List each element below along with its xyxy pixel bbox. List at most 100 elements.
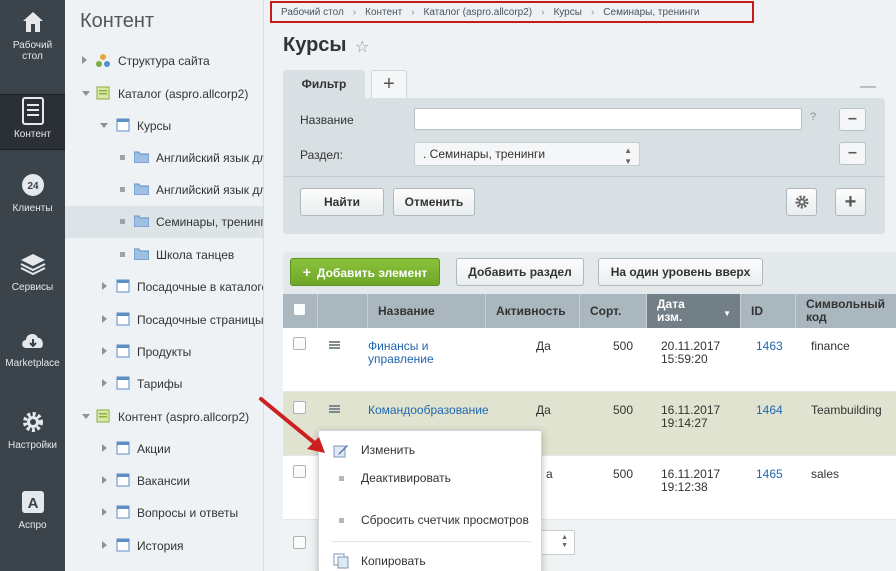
nav-desktop[interactable]: Рабочий стол <box>0 0 65 70</box>
table-header: Название Активность Сорт. Дата изм. ▼ ID… <box>283 294 896 328</box>
breadcrumb-item[interactable]: Каталог (aspro.allcorp2) <box>424 7 533 18</box>
tree-item-catalog[interactable]: Каталог (aspro.allcorp2) <box>65 78 263 110</box>
nav-clients[interactable]: 24 Клиенты <box>0 163 65 233</box>
breadcrumb-item[interactable]: Курсы <box>553 7 581 18</box>
help-icon[interactable]: ? <box>810 111 816 123</box>
row-id-link[interactable]: 1465 <box>756 468 783 481</box>
filter-name-input[interactable] <box>414 108 802 130</box>
gear-icon <box>795 195 808 209</box>
column-code[interactable]: Символьный код <box>796 294 896 328</box>
find-button[interactable]: Найти <box>300 188 384 216</box>
column-sort[interactable]: Сорт. <box>580 294 647 328</box>
iblock-icon <box>116 118 130 132</box>
column-date[interactable]: Дата изм. ▼ <box>647 294 741 328</box>
expand-arrow-icon[interactable] <box>82 56 87 64</box>
filter-settings-button[interactable] <box>786 188 817 216</box>
breadcrumb: Рабочий стол › Контент › Каталог (aspro.… <box>270 1 754 23</box>
context-menu-edit[interactable]: Изменить <box>319 437 543 463</box>
collapse-arrow-icon[interactable] <box>100 123 108 128</box>
filter-section-label: Раздел: <box>300 148 343 162</box>
nav-marketplace[interactable]: Marketplace <box>0 318 65 388</box>
filter-section-select[interactable]: . Семинары, тренинги ▲ ▼ <box>414 142 640 166</box>
iblock-type-icon <box>96 409 110 423</box>
tree-item-history[interactable]: История <box>65 530 263 562</box>
row-context-menu: Изменить Деактивировать Сбросить счетчик… <box>318 430 542 571</box>
plus-icon: + <box>302 264 311 280</box>
expand-arrow-icon[interactable] <box>102 282 107 290</box>
breadcrumb-item[interactable]: Семинары, тренинги <box>603 7 699 18</box>
level-up-button[interactable]: На один уровень вверх <box>598 258 763 286</box>
context-menu-copy[interactable]: Копировать <box>319 548 543 571</box>
tree-item-dance-school[interactable]: Школа танцев <box>65 239 263 271</box>
expand-arrow-icon[interactable] <box>102 476 107 484</box>
nav-aspro[interactable]: A Аспро <box>0 480 65 550</box>
clients-24-icon: 24 <box>19 171 47 199</box>
tree-item-content-aspro[interactable]: Контент (aspro.allcorp2) <box>65 401 263 433</box>
left-navigation-bar: Рабочий стол Контент 24 Клиенты Сервисы … <box>0 0 65 571</box>
tree-item-landing-catalog[interactable]: Посадочные в каталоге <box>65 271 263 303</box>
add-filter-field-button[interactable]: + <box>835 188 866 216</box>
iblock-icon <box>116 376 130 390</box>
context-menu-deactivate[interactable]: Деактивировать <box>319 465 543 491</box>
nav-content[interactable]: Контент <box>0 94 65 150</box>
copy-icon <box>333 553 349 571</box>
tree-item-courses[interactable]: Курсы <box>65 110 263 142</box>
collapse-arrow-icon[interactable] <box>82 414 90 419</box>
nav-services[interactable]: Сервисы <box>0 242 65 312</box>
row-checkbox[interactable] <box>293 337 306 350</box>
row-name-link[interactable]: Командообразование <box>368 404 489 417</box>
add-section-button[interactable]: Добавить раздел <box>456 258 584 286</box>
row-name-link[interactable]: Финансы и управление <box>368 340 468 366</box>
tree-item-products[interactable]: Продукты <box>65 336 263 368</box>
column-active[interactable]: Активность <box>486 294 580 328</box>
tree-item-vacancies[interactable]: Вакансии <box>65 465 263 497</box>
add-element-button[interactable]: + Добавить элемент <box>290 258 440 286</box>
list-toolbar: + Добавить элемент Добавить раздел На оди… <box>283 252 896 294</box>
row-actions-menu-icon[interactable] <box>329 341 340 349</box>
tree-item-promotions[interactable]: Акции <box>65 433 263 465</box>
tree-item-landing-pages[interactable]: Посадочные страницы <box>65 304 263 336</box>
tree-item-faq[interactable]: Вопросы и ответы <box>65 497 263 529</box>
breadcrumb-item[interactable]: Контент <box>365 7 402 18</box>
star-icon[interactable]: ☆ <box>355 37 369 57</box>
expand-arrow-icon[interactable] <box>102 379 107 387</box>
filter-tab[interactable]: Фильтр <box>283 70 365 99</box>
remove-name-filter-button[interactable]: – <box>839 108 866 131</box>
remove-section-filter-button[interactable]: – <box>839 142 866 165</box>
tree-item-seminars[interactable]: Семинары, тренинг <box>65 206 263 238</box>
site-structure-icon <box>96 53 110 67</box>
row-id-link[interactable]: 1463 <box>756 340 783 353</box>
nav-settings[interactable]: Настройки <box>0 400 65 470</box>
column-id[interactable]: ID <box>741 294 796 328</box>
document-icon <box>19 97 47 125</box>
nav-content-label: Контент <box>13 129 52 140</box>
footer-checkbox[interactable] <box>293 536 306 549</box>
add-filter-tab-button[interactable]: + <box>371 70 407 98</box>
row-id-link[interactable]: 1464 <box>756 404 783 417</box>
expand-arrow-icon[interactable] <box>102 541 107 549</box>
table-row[interactable]: Финансы и управление Да 500 20.11.2017 1… <box>283 328 896 392</box>
collapse-arrow-icon[interactable] <box>82 91 90 96</box>
context-menu-reset-views[interactable]: Сбросить счетчик просмотров <box>319 507 543 533</box>
column-name[interactable]: Название <box>368 294 486 328</box>
filter-collapse-icon[interactable]: — <box>860 78 876 96</box>
select-all-checkbox[interactable] <box>293 303 306 316</box>
row-checkbox[interactable] <box>293 465 306 478</box>
tree-item-tariffs[interactable]: Тарифы <box>65 368 263 400</box>
filter-name-label: Название <box>300 113 354 127</box>
filter-panel: Название ? – Раздел: . Семинары, тренинг… <box>283 98 885 234</box>
expand-arrow-icon[interactable] <box>102 444 107 452</box>
nav-aspro-label: Аспро <box>18 520 47 531</box>
expand-arrow-icon[interactable] <box>102 347 107 355</box>
tree-item-site-structure[interactable]: Структура сайта <box>65 45 263 77</box>
breadcrumb-item[interactable]: Рабочий стол <box>281 7 344 18</box>
iblock-icon <box>116 279 130 293</box>
nav-marketplace-label: Marketplace <box>5 358 60 369</box>
expand-arrow-icon[interactable] <box>102 315 107 323</box>
tree-item-english-2[interactable]: Английский язык дл <box>65 174 263 206</box>
iblock-icon <box>116 441 130 455</box>
tree-item-english-1[interactable]: Английский язык дл <box>65 142 263 174</box>
expand-arrow-icon[interactable] <box>102 508 107 516</box>
cancel-button[interactable]: Отменить <box>393 188 475 216</box>
folder-icon <box>133 182 150 196</box>
